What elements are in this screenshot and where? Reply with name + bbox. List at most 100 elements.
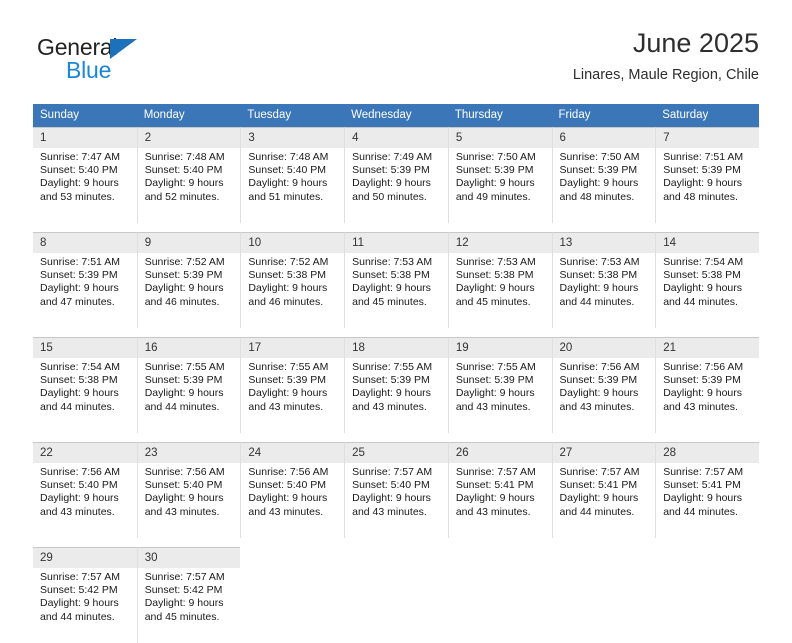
calendar-day-cell[interactable]: Sunrise: 7:48 AM Sunset: 5:40 PM Daylight:… xyxy=(240,148,345,223)
calendar-daynumber-cell[interactable]: 1 xyxy=(33,127,137,148)
calendar-day-cell[interactable]: Sunrise: 7:55 AM Sunset: 5:39 PM Daylight:… xyxy=(136,358,241,433)
calendar-day-cell[interactable]: Sunrise: 7:55 AM Sunset: 5:39 PM Daylight:… xyxy=(240,358,345,433)
day-daylight-2-text: and 44 minutes. xyxy=(663,505,738,518)
calendar-daynumber-cell[interactable]: 23 xyxy=(136,442,241,463)
calendar-daynumber-cell[interactable]: 8 xyxy=(33,232,137,253)
day-sunrise-text: Sunrise: 7:52 AM xyxy=(248,256,329,268)
calendar-daynumber-cell[interactable]: 6 xyxy=(551,127,656,148)
calendar-day-cell[interactable]: Sunrise: 7:56 AM Sunset: 5:40 PM Daylight:… xyxy=(136,463,241,538)
calendar-day-cell[interactable]: Sunrise: 7:50 AM Sunset: 5:39 PM Daylight:… xyxy=(447,148,552,223)
calendar-daynumber-cell[interactable]: 5 xyxy=(447,127,552,148)
calendar-day-cell[interactable]: Sunrise: 7:52 AM Sunset: 5:38 PM Daylight:… xyxy=(240,253,345,328)
day-daylight-2-text: and 44 minutes. xyxy=(40,400,115,413)
calendar-daynumber-cell[interactable]: 2 xyxy=(136,127,241,148)
calendar-daynumber-cell[interactable]: 15 xyxy=(33,337,137,358)
calendar-daynumber-cell[interactable]: 25 xyxy=(344,442,448,463)
calendar-daynumber-cell[interactable]: 20 xyxy=(551,337,656,358)
calendar-day-cell[interactable]: Sunrise: 7:57 AM Sunset: 5:41 PM Daylight:… xyxy=(447,463,552,538)
calendar-daynumber-cell[interactable]: 3 xyxy=(240,127,345,148)
page-subtitle: Linares, Maule Region, Chile xyxy=(572,67,759,83)
day-daylight-2-text: and 43 minutes. xyxy=(559,400,635,413)
day-sunset-text: Sunset: 5:39 PM xyxy=(663,164,741,177)
calendar-day-cell[interactable]: Sunrise: 7:48 AM Sunset: 5:40 PM Daylight:… xyxy=(136,148,241,223)
calendar-daynumber-cell[interactable]: 19 xyxy=(447,337,552,358)
calendar-day-cell[interactable]: Sunrise: 7:57 AM Sunset: 5:41 PM Daylight:… xyxy=(551,463,656,538)
calendar-empty-cell xyxy=(240,568,345,643)
day-sunset-text: Sunset: 5:39 PM xyxy=(455,164,534,177)
calendar-daynumber-cell[interactable]: 16 xyxy=(136,337,241,358)
calendar-day-cell[interactable]: Sunrise: 7:50 AM Sunset: 5:39 PM Daylight:… xyxy=(551,148,656,223)
title-block: June 2025 Linares, Maule Region, Chile xyxy=(573,26,759,84)
week-spacer-cell xyxy=(33,223,759,232)
day-daylight-2-text: and 53 minutes. xyxy=(40,190,115,203)
day-sunrise-text: Sunrise: 7:49 AM xyxy=(352,151,433,163)
calendar-daynumber-cell[interactable]: 21 xyxy=(655,337,759,358)
day-daylight-2-text: and 50 minutes. xyxy=(352,190,427,203)
calendar-day-cell[interactable]: Sunrise: 7:57 AM Sunset: 5:42 PM Daylight:… xyxy=(136,568,241,643)
day-sunrise-text: Sunrise: 7:48 AM xyxy=(248,151,329,163)
calendar-daynumber-cell[interactable]: 7 xyxy=(655,127,759,148)
day-sunset-text: Sunset: 5:39 PM xyxy=(352,164,430,177)
calendar-daynumber-cell[interactable]: 29 xyxy=(33,547,137,568)
calendar-daynumber-cell[interactable]: 26 xyxy=(447,442,552,463)
calendar-day-cell[interactable]: Sunrise: 7:55 AM Sunset: 5:39 PM Daylight:… xyxy=(447,358,552,433)
day-daylight-2-text: and 48 minutes. xyxy=(559,190,635,203)
calendar-day-cell[interactable]: Sunrise: 7:47 AM Sunset: 5:40 PM Daylight:… xyxy=(33,148,137,223)
day-daylight-2-text: and 44 minutes. xyxy=(559,295,635,308)
day-sunrise-text: Sunrise: 7:51 AM xyxy=(40,256,120,268)
day-sunrise-text: Sunrise: 7:57 AM xyxy=(559,466,640,478)
calendar-daynumber-cell[interactable]: 9 xyxy=(136,232,241,253)
day-sunrise-text: Sunrise: 7:54 AM xyxy=(663,256,744,268)
calendar-day-cell[interactable]: Sunrise: 7:54 AM Sunset: 5:38 PM Daylight:… xyxy=(33,358,137,433)
calendar-day-cell[interactable]: Sunrise: 7:51 AM Sunset: 5:39 PM Daylight:… xyxy=(655,148,759,223)
calendar-detail-row: Sunrise: 7:56 AM Sunset: 5:40 PM Daylight:… xyxy=(33,463,759,538)
logo-text-blue: Blue xyxy=(66,57,112,83)
calendar-day-cell[interactable]: Sunrise: 7:53 AM Sunset: 5:38 PM Daylight:… xyxy=(344,253,448,328)
calendar-day-cell[interactable]: Sunrise: 7:57 AM Sunset: 5:40 PM Daylight:… xyxy=(344,463,448,538)
day-daylight-1-text: Daylight: 9 hours xyxy=(144,387,224,400)
calendar-daynumber-cell[interactable]: 11 xyxy=(344,232,448,253)
calendar-day-cell[interactable]: Sunrise: 7:53 AM Sunset: 5:38 PM Daylight:… xyxy=(551,253,656,328)
calendar-daynumber-cell[interactable]: 27 xyxy=(551,442,656,463)
calendar-day-cell[interactable]: Sunrise: 7:56 AM Sunset: 5:40 PM Daylight:… xyxy=(240,463,345,538)
day-daylight-2-text: and 43 minutes. xyxy=(144,505,220,518)
calendar-day-cell[interactable]: Sunrise: 7:53 AM Sunset: 5:38 PM Daylight:… xyxy=(447,253,552,328)
calendar-day-cell[interactable]: Sunrise: 7:49 AM Sunset: 5:39 PM Daylight:… xyxy=(344,148,448,223)
calendar-daynumber-cell[interactable]: 30 xyxy=(136,547,241,568)
calendar-day-cell[interactable]: Sunrise: 7:57 AM Sunset: 5:41 PM Daylight:… xyxy=(655,463,759,538)
day-sunset-text: Sunset: 5:41 PM xyxy=(455,479,534,492)
calendar-daynumber-cell[interactable]: 14 xyxy=(655,232,759,253)
day-daylight-1-text: Daylight: 9 hours xyxy=(455,387,535,400)
day-daylight-2-text: and 43 minutes. xyxy=(455,505,531,518)
calendar-daynumber-cell[interactable]: 22 xyxy=(33,442,137,463)
calendar-daynumber-cell[interactable]: 28 xyxy=(655,442,759,463)
day-daylight-2-text: and 44 minutes. xyxy=(40,610,115,623)
calendar-daynumber-cell[interactable]: 4 xyxy=(344,127,448,148)
calendar-daynumber-cell[interactable]: 12 xyxy=(447,232,552,253)
calendar-daynumber-cell[interactable]: 13 xyxy=(551,232,656,253)
calendar-daynumber-cell[interactable]: 17 xyxy=(240,337,345,358)
week-spacer xyxy=(33,328,759,337)
calendar-detail-row: Sunrise: 7:47 AM Sunset: 5:40 PM Daylight:… xyxy=(33,148,759,223)
calendar-day-cell[interactable]: Sunrise: 7:56 AM Sunset: 5:40 PM Daylight:… xyxy=(33,463,137,538)
calendar-page: General Blue June 2025 Linares, Maule Re… xyxy=(0,0,792,643)
day-sunset-text: Sunset: 5:41 PM xyxy=(663,479,741,492)
calendar-daynumber-cell[interactable]: 10 xyxy=(240,232,345,253)
calendar-daynumber-cell[interactable]: 24 xyxy=(240,442,345,463)
day-sunset-text: Sunset: 5:38 PM xyxy=(663,269,741,282)
day-sunset-text: Sunset: 5:41 PM xyxy=(559,479,638,492)
week-spacer xyxy=(33,433,759,442)
calendar-day-cell[interactable]: Sunrise: 7:56 AM Sunset: 5:39 PM Daylight:… xyxy=(655,358,759,433)
calendar-day-cell[interactable]: Sunrise: 7:54 AM Sunset: 5:38 PM Daylight:… xyxy=(655,253,759,328)
calendar-day-cell[interactable]: Sunrise: 7:56 AM Sunset: 5:39 PM Daylight:… xyxy=(551,358,656,433)
day-daylight-1-text: Daylight: 9 hours xyxy=(40,177,119,190)
week-spacer xyxy=(33,538,759,547)
calendar-day-cell[interactable]: Sunrise: 7:55 AM Sunset: 5:39 PM Daylight:… xyxy=(344,358,448,433)
day-sunrise-text: Sunrise: 7:54 AM xyxy=(40,361,120,373)
day-daylight-2-text: and 43 minutes. xyxy=(40,505,115,518)
calendar-daynumber-cell[interactable]: 18 xyxy=(344,337,448,358)
calendar-day-cell[interactable]: Sunrise: 7:51 AM Sunset: 5:39 PM Daylight:… xyxy=(33,253,137,328)
calendar-day-cell[interactable]: Sunrise: 7:57 AM Sunset: 5:42 PM Daylight:… xyxy=(33,568,137,643)
calendar-day-cell[interactable]: Sunrise: 7:52 AM Sunset: 5:39 PM Daylight:… xyxy=(136,253,241,328)
logo-triangle-icon xyxy=(110,39,137,59)
